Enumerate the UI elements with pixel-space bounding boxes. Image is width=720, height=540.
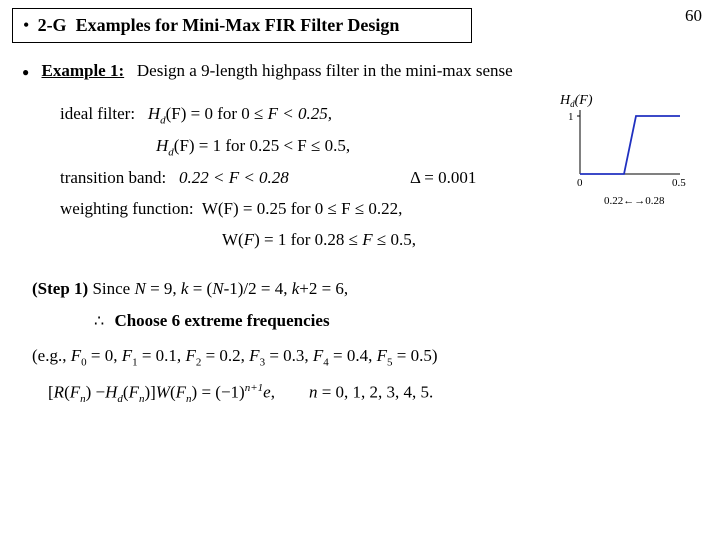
x-tick-05: 0.5: [672, 177, 686, 189]
ideal-l1b: (F) = 0 for 0: [166, 104, 254, 123]
delta-value: Δ = 0.001: [410, 163, 476, 194]
transition-range: 0.22 < F < 0.28: [179, 168, 289, 187]
step1-arrow-line: ∴ Choose 6 extreme frequencies: [94, 311, 330, 330]
weight-l1: W(F) = 0.25 for 0 ≤ F ≤ 0.22,: [202, 199, 403, 218]
bullet-icon: ●: [22, 65, 29, 79]
Hd-symbol: Hd: [156, 136, 174, 155]
example-desc: Design a 9-length highpass filter in the…: [137, 61, 513, 80]
Hd-symbol: Hd: [148, 104, 166, 123]
ideal-l2c: 0.5,: [320, 136, 350, 155]
step1-block: (Step 1) Since N = 9, k = (N-1)/2 = 4, k…: [32, 273, 708, 338]
therefore-icon: ∴: [94, 313, 104, 330]
step1-body: Since N = 9, k = (N-1)/2 = 4, k+2 = 6,: [92, 279, 348, 298]
chart-ylabel: Hd(F): [560, 93, 593, 109]
weight-prefix: weighting function:: [60, 199, 194, 218]
ideal-l1c: F < 0.25,: [263, 104, 332, 123]
title-prefix: 2-G: [38, 15, 67, 35]
ideal-prefix: ideal filter:: [60, 104, 135, 123]
transition-prefix: transition band:: [60, 168, 166, 187]
weight-line2: W(F) = 1 for 0.28 ≤ F ≤ 0.5,: [222, 225, 708, 256]
step1-head: (Step 1): [32, 279, 88, 298]
step1-arrow-text: Choose 6 extreme frequencies: [114, 311, 329, 330]
leq-icon: ≤: [311, 136, 320, 155]
example-heading: ● Example 1: Design a 9-length highpass …: [22, 61, 708, 81]
example-freqs: (e.g., F0 = 0, F1 = 0.1, F2 = 0.2, F3 = …: [32, 346, 708, 368]
chart-series: [580, 116, 680, 174]
page-number: 60: [685, 6, 702, 26]
transition-label: 0.22←→0.28: [604, 195, 665, 207]
x-tick-0: 0: [577, 177, 583, 189]
title-text: Examples for Mini-Max FIR Filter Design: [76, 15, 400, 35]
equation-line: [R(Fn) −Hd(Fn)]W(Fn) = (−1)n+1e, n = 0, …: [48, 382, 708, 405]
ideal-filter-chart: Hd(F) 1 0 0.5 0.22←→0.28: [560, 92, 690, 210]
leq-icon: ≤: [254, 104, 263, 123]
section-title-box: • 2-G Examples for Mini-Max FIR Filter D…: [12, 8, 472, 43]
ideal-l2b: (F) = 1 for 0.25 < F: [174, 136, 311, 155]
example-label: Example 1:: [42, 61, 125, 80]
y-tick-1: 1: [568, 111, 574, 123]
bullet-icon: •: [23, 15, 29, 35]
weight-l2: W(F) = 1 for 0.28 ≤ F ≤ 0.5,: [222, 230, 416, 249]
